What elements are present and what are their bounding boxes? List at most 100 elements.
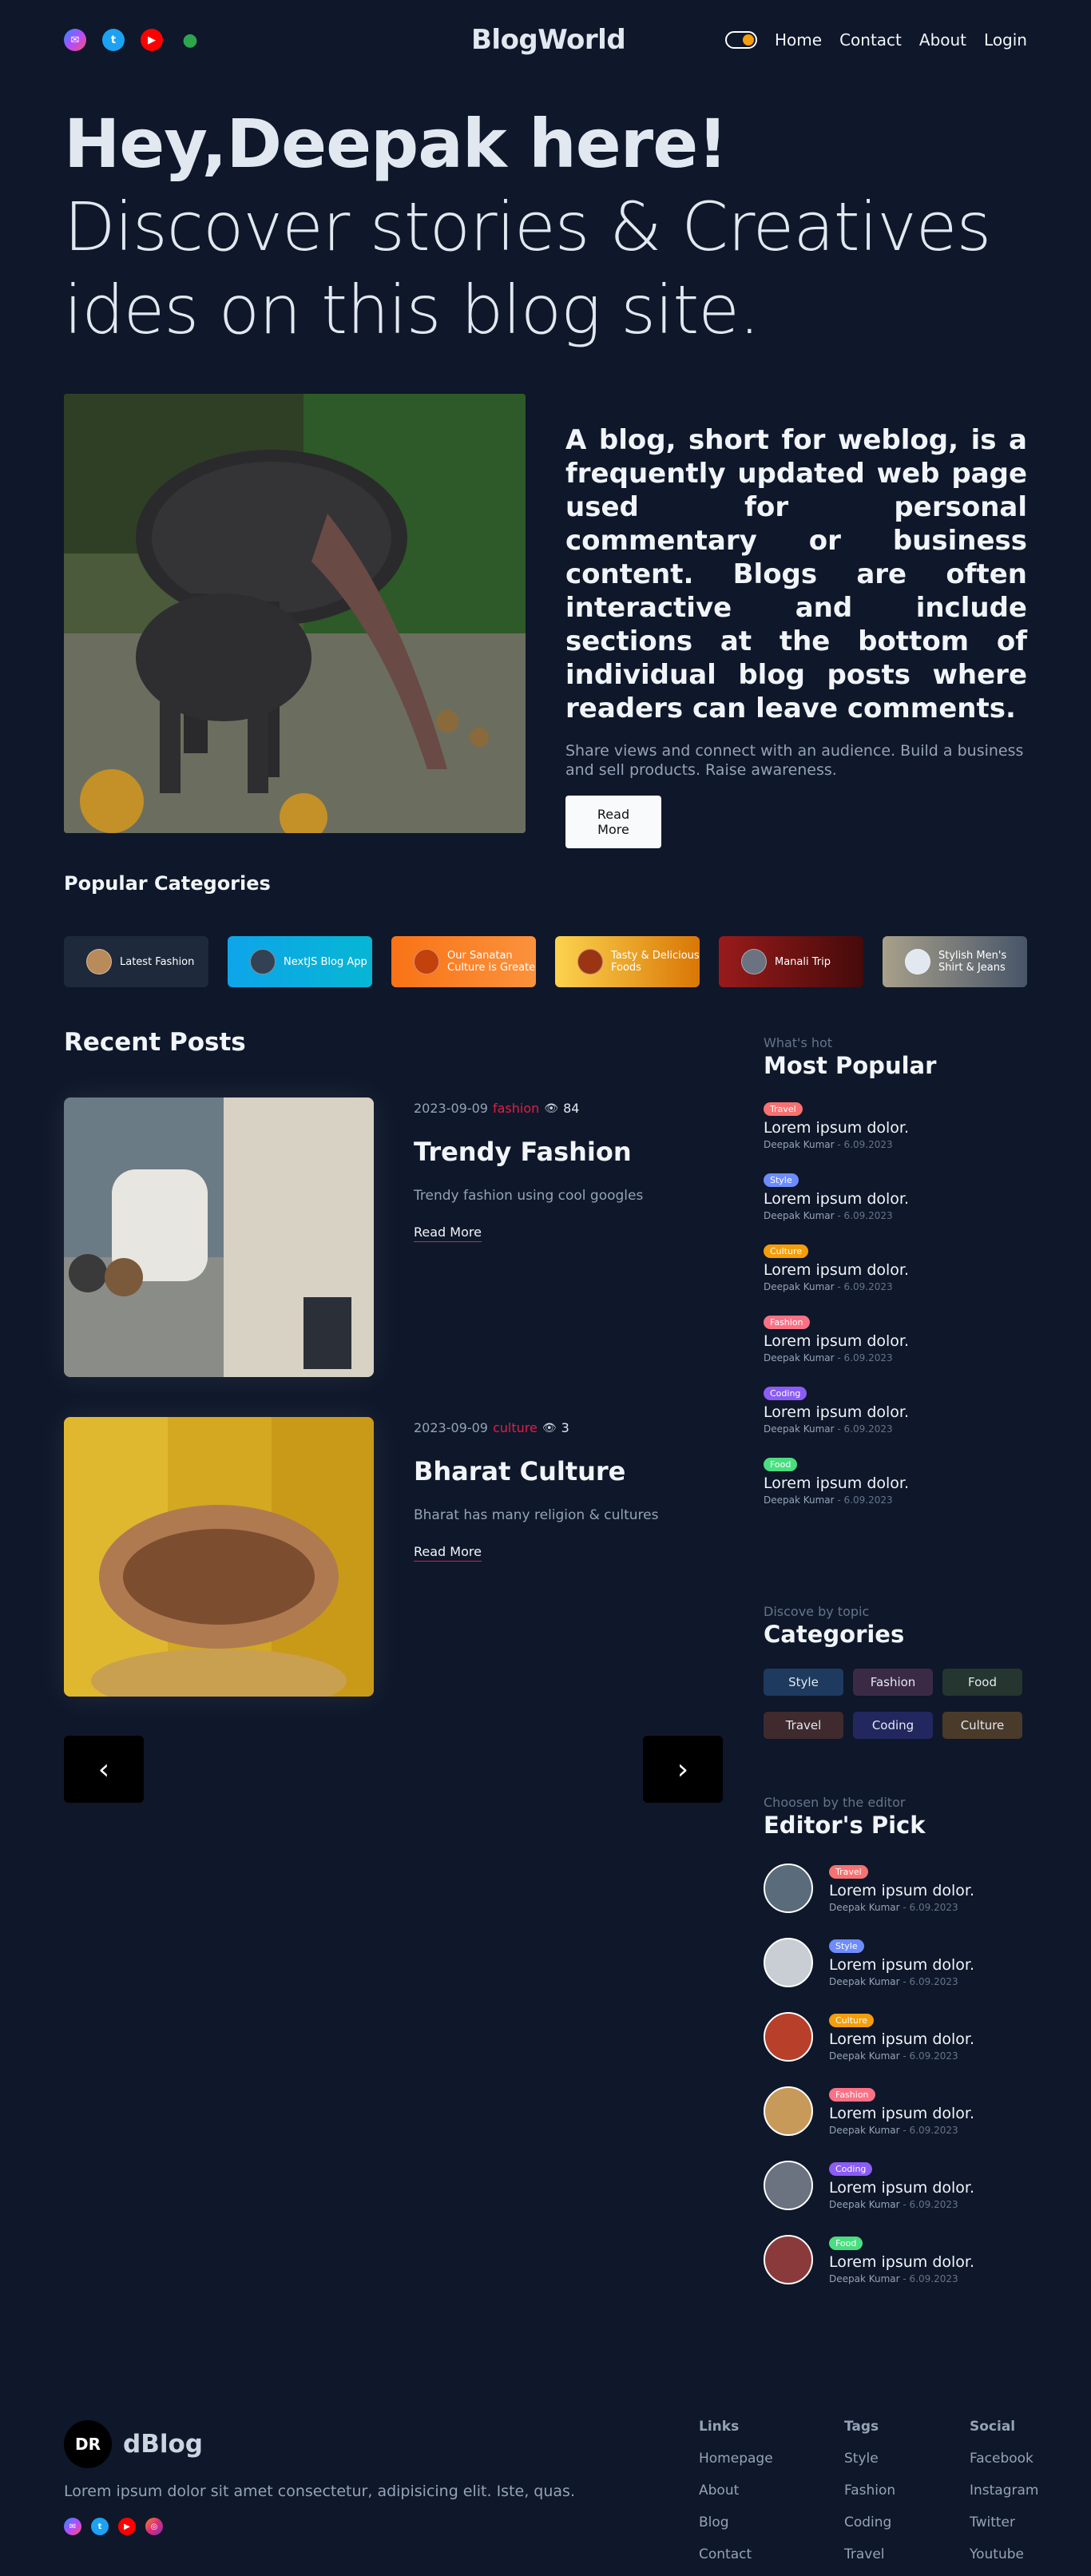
twitter-icon[interactable]: t: [102, 29, 125, 51]
nav-login[interactable]: Login: [984, 30, 1027, 50]
category-chip-foods[interactable]: Tasty & Delicious Foods: [555, 936, 700, 987]
popular-post-item[interactable]: Coding Lorem ipsum dolor. Deepak Kumar - 6…: [764, 1384, 1027, 1435]
category-pill-travel[interactable]: Travel: [764, 1712, 843, 1739]
popular-post-title[interactable]: Lorem ipsum dolor.: [764, 1190, 1027, 1208]
popular-post-author: Deepak Kumar: [764, 1281, 835, 1292]
editor-pick-title[interactable]: Lorem ipsum dolor.: [829, 2179, 974, 2197]
footer-link-blog[interactable]: Blog: [699, 2514, 773, 2530]
footer-social-youtube[interactable]: Youtube: [970, 2546, 1039, 2562]
footer-tags-column: Tags Style Fashion Coding Travel: [844, 2419, 895, 2562]
footer-social-twitter[interactable]: Twitter: [970, 2514, 1039, 2530]
messenger-icon[interactable]: ✉: [64, 2518, 81, 2535]
editor-pick-badge[interactable]: Culture: [829, 2014, 875, 2027]
category-chip-label: NextJS Blog App: [284, 955, 367, 968]
logo-text: dBlog: [123, 2430, 203, 2459]
popular-post-badge[interactable]: Style: [764, 1173, 799, 1187]
footer-link-about[interactable]: About: [699, 2483, 773, 2499]
hero-text: A blog, short for weblog, is a frequentl…: [565, 423, 1027, 848]
editor-pick-title[interactable]: Lorem ipsum dolor.: [829, 1956, 974, 1974]
post-tag[interactable]: fashion: [493, 1101, 539, 1116]
footer-links-title: Links: [699, 2419, 740, 2435]
nav-home[interactable]: Home: [775, 30, 822, 50]
editor-pick-title[interactable]: Lorem ipsum dolor.: [829, 2105, 974, 2122]
popular-post-item[interactable]: Fashion Lorem ipsum dolor. Deepak Kumar - …: [764, 1313, 1027, 1363]
editor-pick-item[interactable]: Fashion Lorem ipsum dolor. Deepak Kumar - …: [764, 2086, 1027, 2136]
editor-pick-title[interactable]: Lorem ipsum dolor.: [829, 2253, 974, 2271]
post-title[interactable]: Trendy Fashion: [414, 1137, 717, 1167]
category-chip-mens-shirt[interactable]: Stylish Men's Shirt & Jeans: [883, 936, 1027, 987]
nav-about[interactable]: About: [919, 30, 966, 50]
messenger-icon[interactable]: ✉: [64, 29, 86, 51]
footer-tag-coding[interactable]: Coding: [844, 2514, 895, 2530]
footer-link-homepage[interactable]: Homepage: [699, 2451, 773, 2467]
popular-post-item[interactable]: Travel Lorem ipsum dolor. Deepak Kumar - 6…: [764, 1100, 1027, 1150]
editor-pick-title[interactable]: Lorem ipsum dolor.: [829, 1882, 974, 1899]
popular-post-title[interactable]: Lorem ipsum dolor.: [764, 1475, 1027, 1492]
footer-social-instagram[interactable]: Instagram: [970, 2483, 1039, 2499]
popular-post-badge[interactable]: Travel: [764, 1102, 803, 1116]
editor-pick-badge[interactable]: Coding: [829, 2162, 873, 2176]
popular-post-title[interactable]: Lorem ipsum dolor.: [764, 1261, 1027, 1279]
twitter-icon[interactable]: t: [91, 2518, 109, 2535]
popular-post-badge[interactable]: Food: [764, 1458, 798, 1471]
editor-pick-badge[interactable]: Travel: [829, 1865, 868, 1879]
popular-post-item[interactable]: Style Lorem ipsum dolor. Deepak Kumar - 6.…: [764, 1171, 1027, 1221]
popular-post-item[interactable]: Food Lorem ipsum dolor. Deepak Kumar - 6.0…: [764, 1455, 1027, 1506]
footer-logo[interactable]: DR dBlog: [64, 2420, 203, 2468]
hero-read-more-button[interactable]: Read More: [565, 796, 661, 848]
category-chip-culture[interactable]: Our Sanatan Culture is Greate: [391, 936, 536, 987]
hero-image-elephants: [64, 394, 526, 833]
next-page-button[interactable]: ›: [643, 1736, 723, 1803]
popular-post-title[interactable]: Lorem ipsum dolor.: [764, 1403, 1027, 1421]
popular-post-item[interactable]: Culture Lorem ipsum dolor. Deepak Kumar - …: [764, 1242, 1027, 1292]
popular-post-badge[interactable]: Fashion: [764, 1316, 810, 1329]
category-chip-manali[interactable]: Manali Trip: [719, 936, 863, 987]
prev-page-button[interactable]: ‹: [64, 1736, 144, 1803]
youtube-icon[interactable]: ▶: [141, 29, 163, 51]
category-pill-style[interactable]: Style: [764, 1669, 843, 1696]
category-pill-culture[interactable]: Culture: [942, 1712, 1022, 1739]
chevron-left-icon: ‹: [97, 1752, 110, 1786]
category-pill-coding[interactable]: Coding: [853, 1712, 933, 1739]
youtube-icon[interactable]: ▶: [118, 2518, 136, 2535]
category-chip-nextjs[interactable]: NextJS Blog App: [228, 936, 372, 987]
footer-link-contact[interactable]: Contact: [699, 2546, 773, 2562]
category-pill-fashion[interactable]: Fashion: [853, 1669, 933, 1696]
post-title[interactable]: Bharat Culture: [414, 1456, 717, 1486]
category-chip-latest-fashion[interactable]: Latest Fashion: [64, 936, 208, 987]
editor-pick-item[interactable]: Coding Lorem ipsum dolor. Deepak Kumar - 6…: [764, 2160, 1027, 2210]
theme-toggle[interactable]: [725, 31, 758, 49]
post-image-culture[interactable]: [64, 1417, 374, 1697]
editor-pick-item[interactable]: Culture Lorem ipsum dolor. Deepak Kumar - …: [764, 2011, 1027, 2062]
footer-tag-style[interactable]: Style: [844, 2451, 895, 2467]
popular-post-title[interactable]: Lorem ipsum dolor.: [764, 1119, 1027, 1137]
chevron-right-icon: ›: [676, 1752, 689, 1786]
post-read-more-link[interactable]: Read More: [414, 1544, 482, 1562]
editors-pick-title: Editor's Pick: [764, 1812, 926, 1839]
editor-pick-item[interactable]: Food Lorem ipsum dolor. Deepak Kumar - 6.0…: [764, 2234, 1027, 2284]
editor-pick-item[interactable]: Travel Lorem ipsum dolor. Deepak Kumar - 6…: [764, 1863, 1027, 1913]
footer-tag-fashion[interactable]: Fashion: [844, 2483, 895, 2499]
popular-post-badge[interactable]: Coding: [764, 1387, 807, 1400]
popular-post-badge[interactable]: Culture: [764, 1244, 809, 1258]
nav-contact[interactable]: Contact: [839, 30, 902, 50]
instagram-icon[interactable]: ◎: [145, 2518, 163, 2535]
footer-social-title: Social: [970, 2419, 1016, 2435]
post-tag[interactable]: culture: [493, 1420, 538, 1435]
post-image-fashion[interactable]: [64, 1097, 374, 1377]
category-pill-food[interactable]: Food: [942, 1669, 1022, 1696]
post-read-more-link[interactable]: Read More: [414, 1224, 482, 1242]
editor-pick-body: Style Lorem ipsum dolor. Deepak Kumar - 6.…: [829, 1937, 974, 1987]
editor-pick-item[interactable]: Style Lorem ipsum dolor. Deepak Kumar - 6.…: [764, 1937, 1027, 1987]
editor-pick-badge[interactable]: Food: [829, 2237, 863, 2250]
site-brand[interactable]: BlogWorld: [471, 22, 626, 58]
editor-pick-badge[interactable]: Style: [829, 1939, 864, 1953]
footer-tag-travel[interactable]: Travel: [844, 2546, 895, 2562]
editor-pick-title[interactable]: Lorem ipsum dolor.: [829, 2030, 974, 2048]
editor-pick-author: Deepak Kumar: [829, 1902, 900, 1913]
popular-post-byline: Deepak Kumar - 6.09.2023: [764, 1352, 1027, 1363]
popular-post-title[interactable]: Lorem ipsum dolor.: [764, 1332, 1027, 1350]
editor-pick-badge[interactable]: Fashion: [829, 2088, 875, 2102]
github-icon[interactable]: ●: [179, 29, 201, 51]
footer-social-facebook[interactable]: Facebook: [970, 2451, 1039, 2467]
